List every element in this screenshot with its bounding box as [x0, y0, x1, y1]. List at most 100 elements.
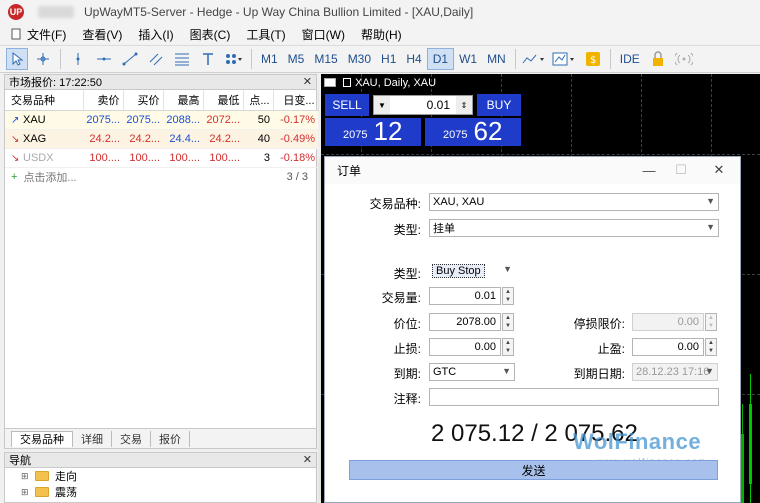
tab-trading[interactable]: 交易 — [112, 430, 151, 447]
menu-tools[interactable]: 工具(T) — [246, 26, 285, 43]
bid-cell: 100.... — [83, 148, 123, 168]
toolbar-separator — [514, 49, 516, 69]
stop-limit-stepper: ▲ ▼ — [705, 313, 717, 331]
ask-cell: 24.2... — [123, 129, 163, 149]
plus-icon: + — [11, 171, 18, 183]
navigator-item[interactable]: ⊞ 走向 — [5, 468, 316, 484]
column-header-symbol[interactable]: 交易品种 — [5, 90, 84, 111]
spread-cell: 50 — [243, 110, 273, 130]
navigator-item[interactable]: ⊞ 震荡 — [5, 484, 316, 500]
svg-text:$: $ — [590, 55, 596, 66]
chart-type-icon[interactable] — [522, 48, 548, 70]
tab-details[interactable]: 详细 — [73, 430, 112, 447]
buy-price-display[interactable]: 2075 62 — [425, 118, 521, 146]
ask-cell: 100.... — [123, 148, 163, 168]
order-type-select[interactable]: Buy Stop ▼ — [429, 262, 515, 280]
horizontal-line-icon[interactable] — [93, 48, 115, 70]
minimize-icon[interactable]: — — [634, 161, 664, 179]
channel-icon[interactable] — [145, 48, 167, 70]
expiry-select[interactable]: GTC ▼ — [429, 363, 515, 381]
table-row-xau[interactable]: ↗ XAU 2075... 2075... 2088... 2072... 50 … — [5, 110, 318, 130]
text-tool-icon[interactable] — [197, 48, 219, 70]
timeframe-m5[interactable]: M5 — [283, 48, 310, 70]
trade-dollar-icon[interactable]: $ — [582, 48, 604, 70]
expand-icon[interactable]: ⊞ — [21, 487, 29, 498]
menu-window[interactable]: 窗口(W) — [302, 26, 345, 43]
close-icon[interactable]: ✕ — [303, 453, 312, 466]
timeframe-m30[interactable]: M30 — [343, 48, 376, 70]
column-header-change[interactable]: 日变... — [273, 90, 319, 111]
table-row-usdx[interactable]: ↘ USDX 100.... 100.... 100.... 100.... 3 … — [5, 148, 318, 168]
column-header-spread[interactable]: 点... — [243, 90, 274, 111]
tp-stepper[interactable]: ▲ ▼ — [705, 338, 717, 356]
send-button[interactable]: 发送 — [349, 460, 718, 480]
timeframe-m15[interactable]: M15 — [309, 48, 342, 70]
tp-label: 止盈: — [597, 342, 625, 356]
tab-symbols[interactable]: 交易品种 — [11, 430, 73, 447]
expiry-value: GTC — [433, 366, 457, 378]
menu-chart[interactable]: 图表(C) — [190, 26, 231, 43]
sell-price-prefix: 2075 — [343, 129, 368, 141]
sl-stepper[interactable]: ▲ ▼ — [502, 338, 514, 356]
dropdown-arrow-icon[interactable]: ▼ — [374, 96, 390, 114]
timeframe-h1[interactable]: H1 — [376, 48, 401, 70]
change-cell: -0.17% — [273, 110, 318, 130]
account-number-redacted — [38, 6, 74, 18]
type-select[interactable]: 挂单 ▼ — [429, 219, 719, 237]
shapes-dropdown-icon[interactable] — [223, 48, 245, 70]
arrow-down-icon: ↘ — [11, 152, 20, 164]
symbol-name: USDX — [23, 151, 54, 164]
column-header-low[interactable]: 最低 — [203, 90, 244, 111]
symbol-select[interactable]: XAU, XAU ▼ — [429, 193, 719, 211]
indicators-icon[interactable] — [552, 48, 578, 70]
market-watch-header: 市场报价: 17:22:50 ✕ — [5, 75, 316, 90]
change-cell: -0.18% — [273, 148, 318, 168]
menu-insert[interactable]: 插入(I) — [138, 26, 173, 43]
expiry-label: 到期: — [393, 367, 421, 381]
signal-icon[interactable] — [673, 48, 695, 70]
fibonacci-icon[interactable] — [171, 48, 193, 70]
price-field[interactable]: 2078.00 — [429, 313, 501, 331]
timeframe-h4[interactable]: H4 — [401, 48, 426, 70]
column-header-ask[interactable]: 买价 — [123, 90, 164, 111]
column-header-high[interactable]: 最高 — [163, 90, 204, 111]
menu-file[interactable]: 文件(F) — [10, 26, 66, 43]
volume-stepper[interactable]: ▲ ▼ — [502, 287, 514, 305]
timeframe-d1[interactable]: D1 — [426, 48, 455, 70]
trendline-icon[interactable] — [119, 48, 141, 70]
close-icon[interactable]: ✕ — [704, 161, 734, 179]
sell-button[interactable]: SELL — [325, 94, 369, 116]
expiry-date-field: 28.12.23 17:16 ▼ — [632, 363, 718, 381]
buy-button[interactable]: BUY — [477, 94, 521, 116]
add-symbol-row[interactable]: + 点击添加... 3 / 3 — [5, 168, 316, 187]
table-row-xag[interactable]: ↘ XAG 24.2... 24.2... 24.4... 24.2... 40 … — [5, 129, 318, 149]
expand-icon[interactable]: ⊞ — [21, 471, 29, 482]
tp-field[interactable]: 0.00 — [632, 338, 704, 356]
ide-button[interactable]: IDE — [615, 48, 645, 70]
volume-value[interactable]: 0.01 — [390, 98, 456, 112]
tab-ticks[interactable]: 报价 — [151, 430, 190, 447]
volume-field[interactable]: 0.01 — [429, 287, 501, 305]
buy-price-prefix: 2075 — [443, 129, 468, 141]
sell-price-display[interactable]: 2075 12 — [325, 118, 421, 146]
timeframe-mn[interactable]: MN — [482, 48, 511, 70]
column-header-bid[interactable]: 卖价 — [83, 90, 124, 111]
menu-view[interactable]: 查看(V) — [82, 26, 122, 43]
cursor-icon[interactable] — [6, 48, 28, 70]
close-icon[interactable]: ✕ — [303, 75, 312, 88]
menu-label: 工具(T) — [246, 27, 286, 42]
crosshair-icon[interactable] — [32, 48, 54, 70]
vertical-line-icon[interactable] — [67, 48, 89, 70]
timeframe-m1[interactable]: M1 — [256, 48, 283, 70]
volume-stepper[interactable]: ▼ 0.01 ⇕ — [373, 95, 473, 115]
menu-label: 图表(C) — [189, 27, 231, 42]
low-cell: 24.2... — [203, 129, 243, 149]
lock-icon[interactable] — [647, 48, 669, 70]
sl-field[interactable]: 0.00 — [429, 338, 501, 356]
price-stepper[interactable]: ▲ ▼ — [502, 313, 514, 331]
menu-help[interactable]: 帮助(H) — [361, 26, 402, 43]
dialog-title: 订单 — [337, 164, 362, 178]
timeframe-w1[interactable]: W1 — [454, 48, 482, 70]
stepper-arrows-icon[interactable]: ⇕ — [456, 96, 472, 114]
comment-field[interactable] — [429, 388, 719, 406]
